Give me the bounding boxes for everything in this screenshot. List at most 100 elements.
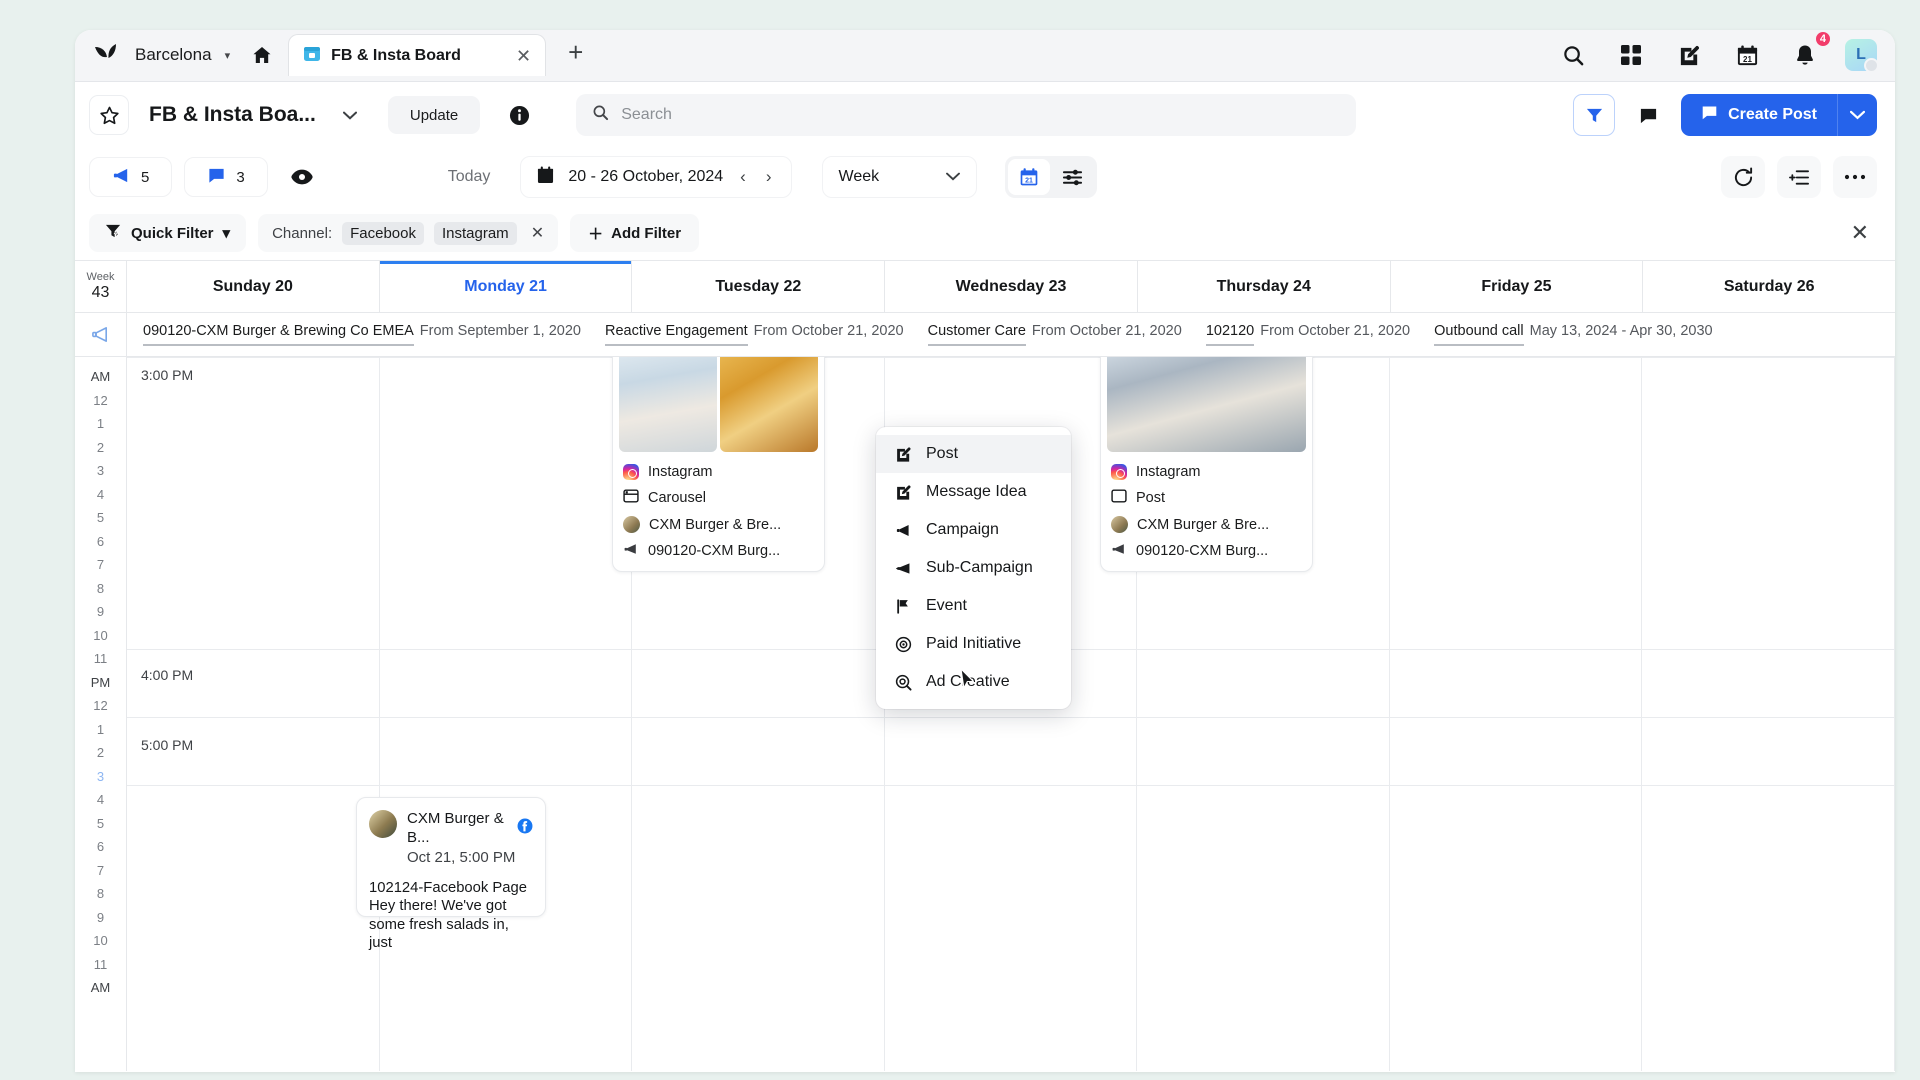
compose-icon[interactable] — [1671, 37, 1707, 73]
post-card-tuesday[interactable]: Instagram Carousel CXM Burger & Bre... — [612, 357, 825, 572]
quick-filter-button[interactable]: Quick Filter ▾ — [89, 214, 246, 252]
context-menu-item-sub-campaign[interactable]: Sub-Campaign — [876, 549, 1071, 587]
app-window: Barcelona ▾ FB & Insta Board ✕ + — [75, 30, 1895, 1072]
chat-bubble-button[interactable] — [1627, 94, 1669, 136]
day-header-wednesday[interactable]: Wednesday 23 — [885, 261, 1138, 312]
calendar-view-button[interactable]: 21 — [1008, 159, 1050, 195]
sliders-icon[interactable] — [1052, 159, 1094, 195]
context-menu-item-ad-creative[interactable]: Ad Creative — [876, 663, 1071, 701]
context-menu-item-post[interactable]: Post — [876, 435, 1071, 473]
board-tab[interactable]: FB & Insta Board ✕ — [288, 34, 546, 76]
chevron-right-icon[interactable]: › — [763, 167, 775, 187]
plus-icon[interactable]: + — [568, 37, 583, 68]
search-icon[interactable] — [1555, 37, 1591, 73]
campaign-item[interactable]: Customer Care From October 21, 2020 — [928, 323, 1182, 346]
day-column-friday[interactable] — [1390, 357, 1643, 1071]
channel-filter[interactable]: Channel: Facebook Instagram ✕ — [258, 214, 558, 252]
post-card-thursday[interactable]: Instagram Post CXM Burger & Bre... — [1100, 357, 1313, 572]
clear-filters-close-icon[interactable]: ✕ — [1851, 220, 1877, 246]
workspace-name[interactable]: Barcelona — [131, 45, 216, 65]
campaign-item[interactable]: Reactive Engagement From October 21, 202… — [605, 323, 904, 346]
avatar-initial: L — [1856, 46, 1866, 64]
time-gutter-hour: 9 — [97, 906, 104, 930]
chevron-down-icon[interactable]: ▾ — [225, 49, 231, 62]
campaign-count-button[interactable]: 5 — [89, 157, 172, 197]
create-post-button[interactable]: Create Post — [1681, 94, 1837, 136]
campaign-item[interactable]: 090120-CXM Burger & Brewing Co EMEA From… — [143, 323, 581, 346]
channel-tag-facebook[interactable]: Facebook — [342, 222, 424, 245]
campaign-name: Customer Care — [928, 323, 1026, 346]
post-card-meta: Instagram Post CXM Burger & Bre... — [1101, 458, 1312, 571]
sprout-logo-icon[interactable] — [89, 38, 123, 72]
filter-funnel-button[interactable] — [1573, 94, 1615, 136]
avatar-icon — [623, 516, 640, 533]
magnifier-target-icon — [894, 674, 912, 691]
time-gutter-hour: 10 — [93, 624, 107, 648]
day-header-tuesday[interactable]: Tuesday 22 — [632, 261, 885, 312]
time-gutter-hour: 11 — [94, 953, 108, 977]
search-box[interactable] — [576, 94, 1356, 136]
day-header-friday[interactable]: Friday 25 — [1391, 261, 1644, 312]
calendar-21-icon[interactable]: 21 — [1729, 37, 1765, 73]
eye-icon[interactable] — [280, 157, 324, 197]
message-count-button[interactable]: 3 — [184, 157, 267, 197]
context-menu-item-paid-initiative[interactable]: Paid Initiative — [876, 625, 1071, 663]
campaign-dates: From October 21, 2020 — [754, 323, 904, 339]
notifications-bell-icon[interactable]: 4 — [1787, 37, 1823, 73]
add-filter-button[interactable]: ＋ Add Filter — [570, 214, 699, 252]
date-range-picker[interactable]: 20 - 26 October, 2024 ‹ › — [520, 156, 791, 198]
today-button[interactable]: Today — [430, 157, 509, 197]
post-channel-label: Instagram — [1136, 464, 1200, 480]
channel-tag-instagram[interactable]: Instagram — [434, 222, 517, 245]
info-icon[interactable] — [502, 98, 536, 132]
context-menu-item-message-idea[interactable]: Message Idea — [876, 473, 1071, 511]
post-card-monday-facebook[interactable]: CXM Burger & B... Oct 21, 5:00 PM 102124… — [356, 797, 546, 917]
day-header-saturday[interactable]: Saturday 26 — [1643, 261, 1895, 312]
day-column-sunday[interactable] — [127, 357, 380, 1071]
megaphone-icon — [112, 166, 131, 189]
week-number: Week 43 — [75, 261, 127, 312]
time-gutter-hour: 3 — [97, 459, 104, 483]
avatar[interactable]: L — [1845, 39, 1877, 71]
close-icon[interactable]: ✕ — [516, 47, 531, 65]
fb-post-body: 102124-Facebook Page Hey there! We've go… — [369, 879, 533, 953]
board-tab-label: FB & Insta Board — [331, 47, 506, 65]
create-post-dropdown-button[interactable] — [1837, 94, 1877, 136]
context-menu-item-event[interactable]: Event — [876, 587, 1071, 625]
day-column-saturday[interactable] — [1642, 357, 1895, 1071]
view-mode-select[interactable]: Week — [822, 156, 977, 198]
view-switcher: 21 — [1005, 156, 1097, 198]
megaphone-icon — [1111, 541, 1127, 561]
context-menu-item-campaign[interactable]: Campaign — [876, 511, 1071, 549]
chevron-down-icon: ▾ — [223, 224, 231, 242]
time-gutter-hour: 1 — [97, 718, 104, 742]
more-horizontal-icon[interactable] — [1833, 156, 1877, 198]
campaign-item[interactable]: Outbound call May 13, 2024 - Apr 30, 203… — [1434, 323, 1712, 346]
avatar-icon — [1111, 516, 1128, 533]
day-header-monday[interactable]: Monday 21 — [380, 261, 633, 312]
home-icon[interactable] — [244, 37, 280, 73]
context-menu[interactable]: PostMessage IdeaCampaignSub-CampaignEven… — [876, 427, 1071, 709]
megaphone-icon — [623, 541, 639, 561]
chevron-left-icon[interactable]: ‹ — [737, 167, 749, 187]
favorite-star-button[interactable] — [89, 95, 129, 135]
day-header-thursday[interactable]: Thursday 24 — [1138, 261, 1391, 312]
list-add-icon[interactable] — [1777, 156, 1821, 198]
board-header-actions: Create Post — [1573, 94, 1877, 136]
update-button[interactable]: Update — [388, 96, 480, 134]
day-header-sunday[interactable]: Sunday 20 — [127, 261, 380, 312]
fb-post-header: CXM Burger & B... Oct 21, 5:00 PM — [369, 810, 533, 867]
create-post-label: Create Post — [1728, 106, 1817, 124]
calendar: Week 43 Sunday 20 Monday 21 Tuesday 22 W… — [75, 260, 1895, 1071]
board-chevron-down-icon[interactable] — [336, 101, 364, 129]
refresh-icon[interactable] — [1721, 156, 1765, 198]
time-gutter-hour: 6 — [97, 835, 104, 859]
search-input[interactable] — [621, 106, 1340, 124]
day-column-monday[interactable] — [380, 357, 633, 1071]
time-gutter-hour: 8 — [97, 882, 104, 906]
apps-grid-icon[interactable] — [1613, 37, 1649, 73]
campaign-item[interactable]: 102120 From October 21, 2020 — [1206, 323, 1410, 346]
board-header: FB & Insta Boa... Update — [75, 82, 1895, 148]
channel-filter-clear-icon[interactable]: ✕ — [531, 223, 544, 243]
post-format: Post — [1111, 488, 1302, 508]
